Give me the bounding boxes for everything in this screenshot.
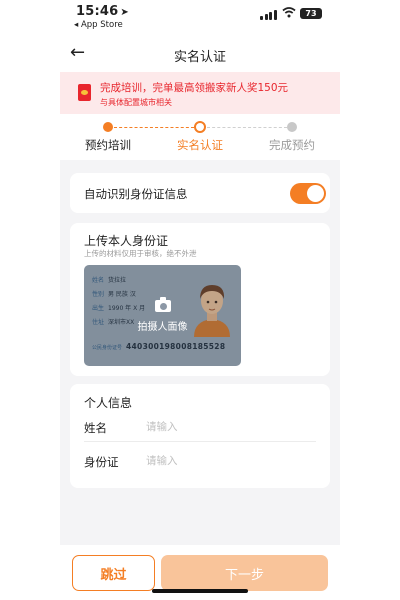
name-label: 姓名 — [84, 421, 107, 435]
id-field-row: 身份证 — [84, 446, 316, 476]
signal-icon — [260, 10, 277, 20]
status-time: 15:46 ➤ — [76, 4, 129, 19]
status-bar: 15:46 ➤ ◂ App Store 73 — [60, 0, 340, 34]
name-field-row: 姓名 — [84, 412, 316, 442]
auto-recognize-toggle[interactable] — [290, 183, 326, 204]
upload-overlay — [84, 265, 241, 366]
upload-subtitle: 上传的材料仅用于审核，绝不外泄 — [84, 249, 197, 258]
red-packet-icon — [78, 84, 91, 101]
promo-banner[interactable]: 完成培训，完单最高领搬家新人奖150元 与具体配置城市相关 — [60, 72, 340, 114]
back-to-app-store-link[interactable]: ◂ App Store — [74, 20, 123, 30]
step-label-verification: 实名认证 — [177, 138, 223, 152]
id-number-input[interactable] — [146, 451, 316, 471]
skip-button[interactable]: 跳过 — [72, 555, 155, 591]
step-label-complete: 完成预约 — [269, 138, 315, 152]
id-number-label: 身份证 — [84, 455, 119, 469]
personal-info-card: 个人信息 姓名 身份证 — [70, 384, 330, 488]
step-dot-done — [103, 122, 113, 132]
auto-recognize-card: 自动识别身份证信息 — [70, 173, 330, 213]
auto-recognize-label: 自动识别身份证信息 — [84, 187, 188, 201]
step-label-training: 预约培训 — [85, 138, 131, 152]
step-dot-current — [194, 121, 206, 133]
name-input[interactable] — [146, 417, 316, 437]
progress-steps: 预约培训 实名认证 完成预约 — [60, 116, 340, 158]
step-connector-done — [114, 127, 194, 128]
upload-id-card: 上传本人身份证 上传的材料仅用于审核，绝不外泄 姓名 货拉拉 性别男 民族 汉 出… — [70, 223, 330, 376]
phone-screen: 15:46 ➤ ◂ App Store 73 ← 实名认证 完成培训，完单最高领搬… — [60, 0, 340, 600]
wifi-icon — [282, 7, 296, 18]
time-text: 15:46 — [76, 4, 119, 19]
upload-title: 上传本人身份证 — [84, 234, 169, 248]
camera-icon — [155, 297, 171, 312]
step-dot-pending — [287, 122, 297, 132]
toggle-knob — [307, 185, 324, 202]
id-card-front-upload[interactable]: 姓名 货拉拉 性别男 民族 汉 出生 1990 年 X 月 住址 深圳市XX 公民身份… — [84, 265, 241, 366]
banner-main-text: 完成培训，完单最高领搬家新人奖150元 — [100, 82, 289, 94]
nav-bar: ← 实名认证 — [60, 38, 340, 70]
home-indicator — [152, 589, 248, 593]
personal-info-title: 个人信息 — [84, 396, 133, 410]
page-title: 实名认证 — [173, 50, 226, 65]
location-icon: ➤ — [120, 7, 129, 18]
battery-icon: 73 — [300, 8, 322, 19]
banner-sub-text: 与具体配置城市相关 — [100, 98, 172, 107]
step-connector-pending — [207, 127, 287, 128]
next-step-button[interactable]: 下一步 — [161, 555, 328, 591]
capture-portrait-label: 拍摄人面像 — [137, 322, 188, 333]
